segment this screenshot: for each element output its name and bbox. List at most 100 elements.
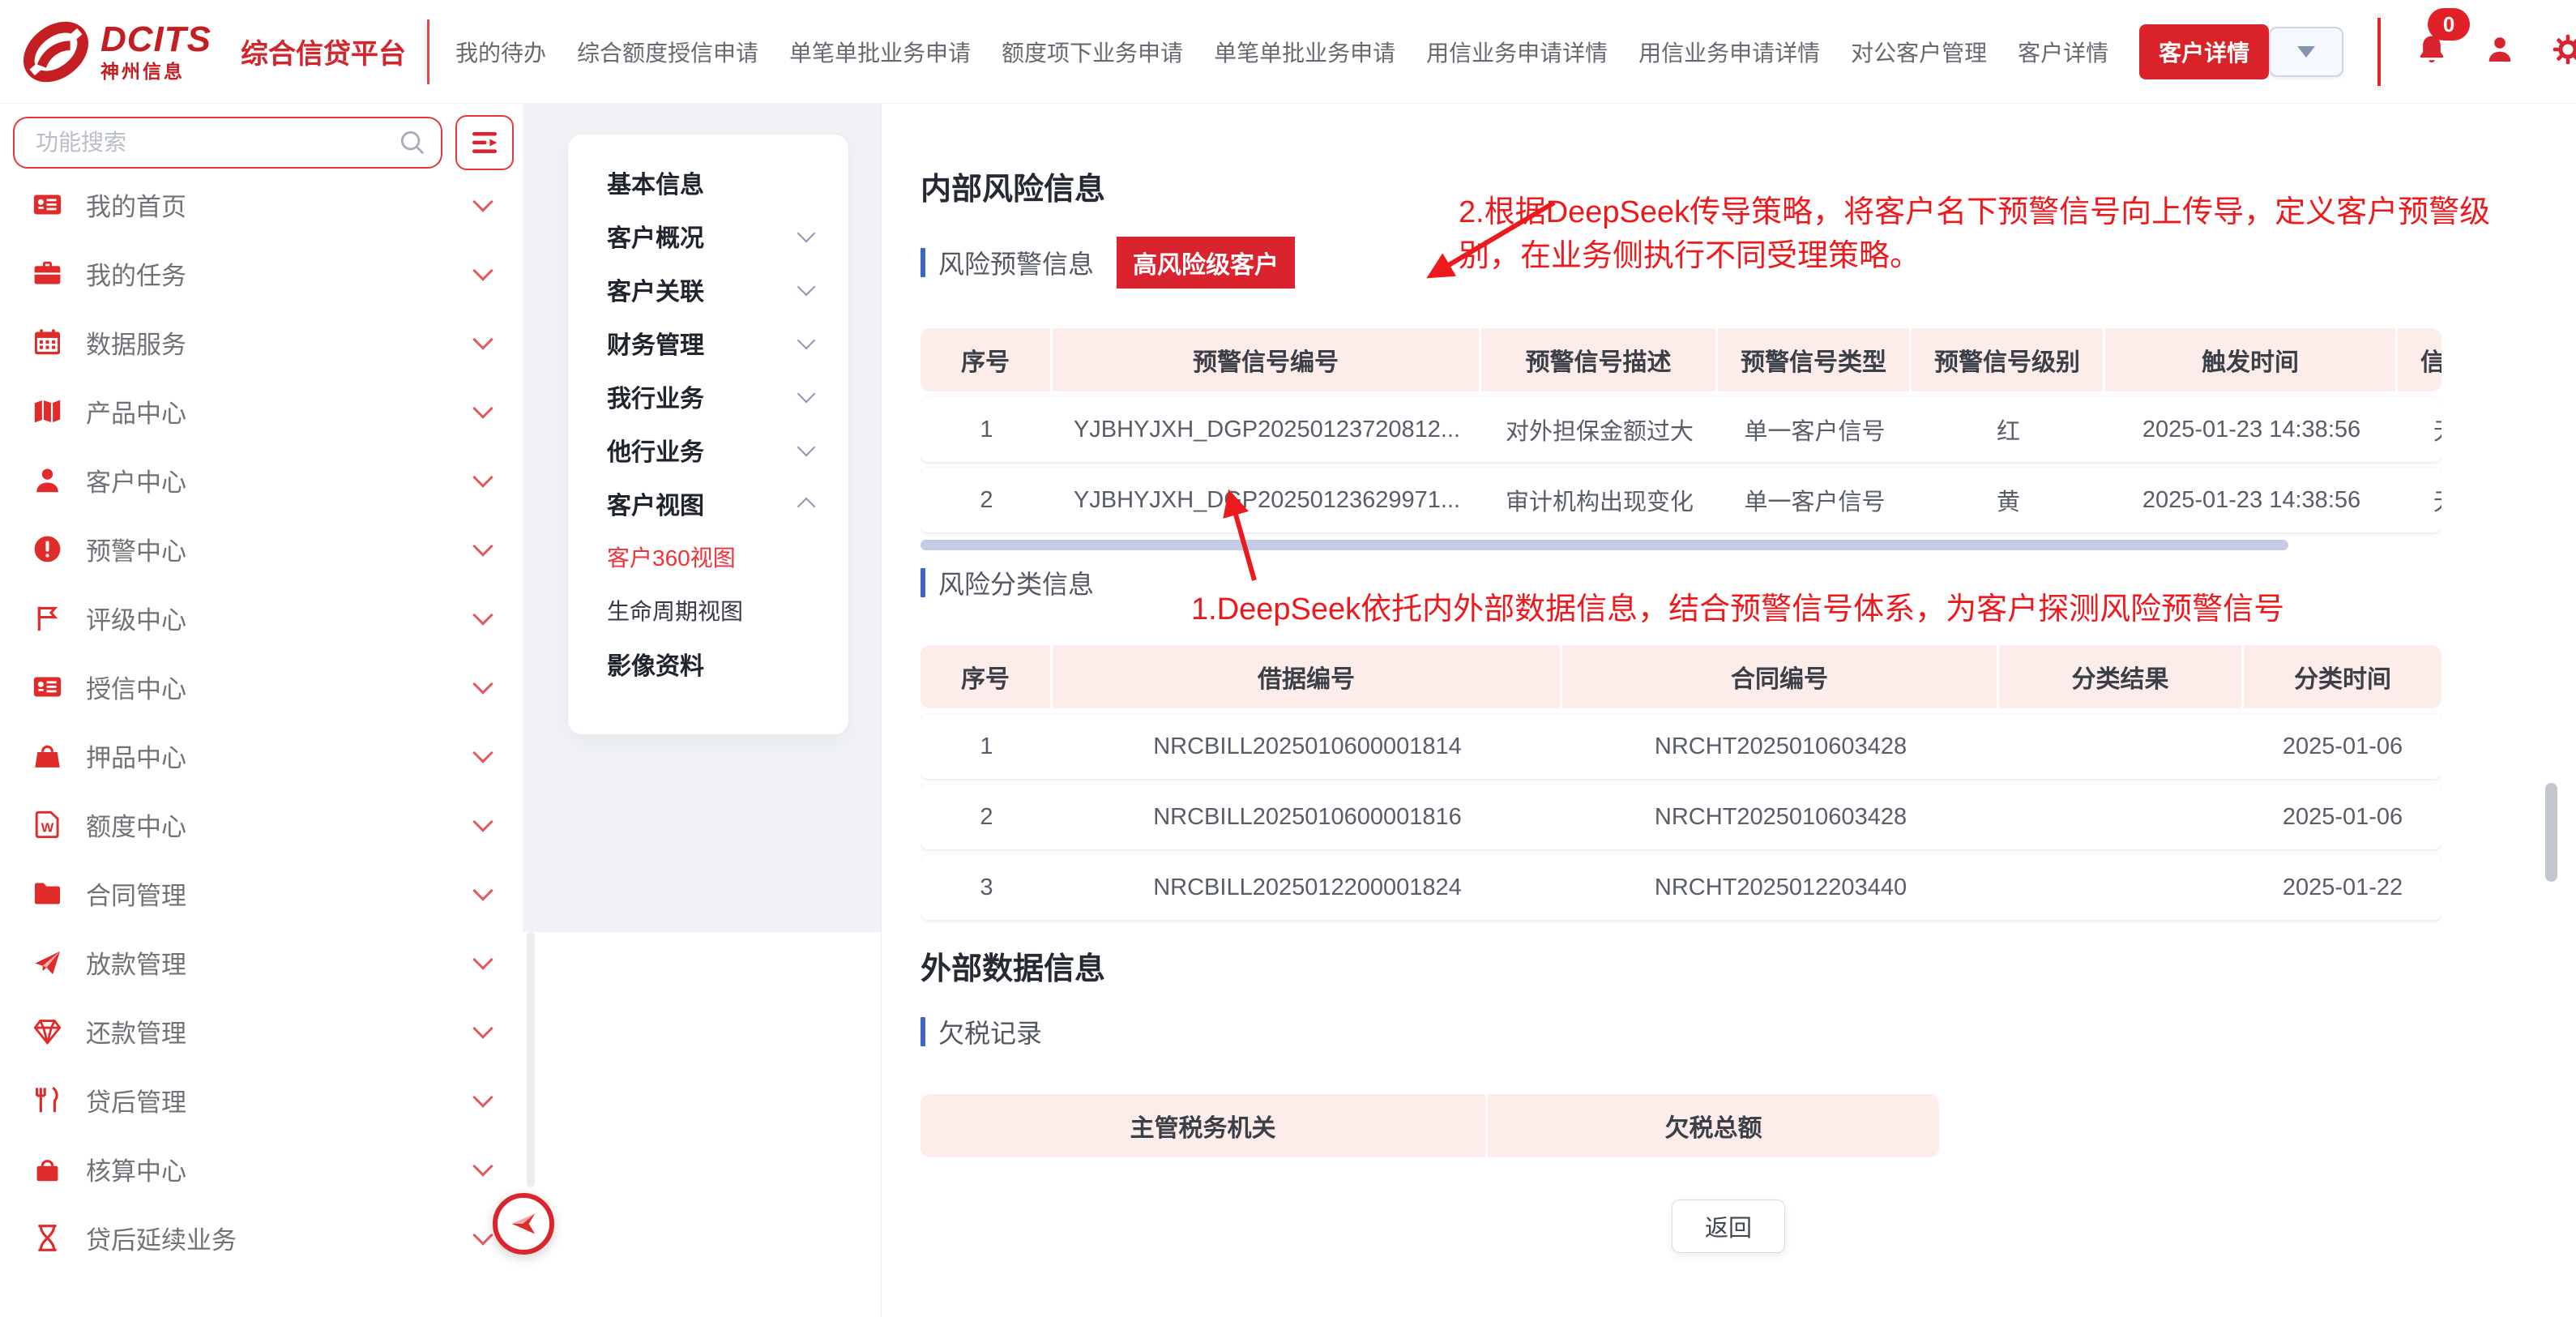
top-nav-item[interactable]: 对公客户管理 — [1851, 36, 1987, 68]
sidebar-item[interactable]: 预警中心 — [0, 515, 523, 584]
chevron-down-icon — [472, 1087, 493, 1107]
user-menu-button[interactable] — [2483, 32, 2517, 71]
column-header: 合同编号 — [1562, 645, 1999, 708]
table-cell: 无 — [2398, 397, 2441, 462]
customer-menu-item[interactable]: 财务管理 — [568, 316, 848, 370]
table-cell: 2025-01-23 14:38:56 — [2105, 397, 2398, 462]
utensils-icon — [31, 1084, 63, 1117]
chevron-up-icon — [797, 498, 816, 516]
column-header: 预警信号编号 — [1053, 328, 1481, 391]
table-row[interactable]: 2NRCBILL2025010600001816NRCHT20250106034… — [921, 785, 2441, 849]
customer-menu-item[interactable]: 客户视图 — [568, 477, 848, 530]
table-row[interactable]: 1NRCBILL2025010600001814NRCHT20250106034… — [921, 714, 2441, 779]
table-row[interactable]: 1YJBHYJXH_DGP20250123720812...对外担保金额过大单一… — [921, 397, 2441, 462]
customer-menu-item[interactable]: 客户概况 — [568, 209, 848, 263]
sidebar-item[interactable]: W 额度中心 — [0, 790, 523, 859]
sidebar-item[interactable]: 贷后延续业务 — [0, 1204, 523, 1272]
section-marker — [921, 248, 925, 277]
chevron-down-icon — [472, 260, 493, 280]
sidebar-item-label: 还款管理 — [86, 1013, 186, 1050]
user-icon — [2483, 32, 2517, 66]
column-header: 借据编号 — [1053, 645, 1562, 708]
sidebar-item[interactable]: 客户中心 — [0, 446, 523, 515]
column-header: 信 — [2398, 328, 2441, 391]
chevron-down-icon — [797, 385, 816, 404]
table-horizontal-scrollbar-track — [921, 540, 2391, 550]
column-header: 预警信号级别 — [1912, 328, 2105, 391]
customer-menu-item[interactable]: 他行业务 — [568, 423, 848, 477]
top-nav-item[interactable]: 客户详情 — [2139, 24, 2269, 79]
sidebar-item[interactable]: 我的首页 — [0, 170, 523, 239]
sidebar-item[interactable]: 押品中心 — [0, 721, 523, 790]
column-header: 预警信号描述 — [1481, 328, 1718, 391]
panel-scrollbar[interactable] — [527, 932, 535, 1187]
customer-menu-item-label: 生命周期视图 — [607, 594, 743, 626]
section-marker — [921, 568, 925, 597]
sidebar-item[interactable]: 我的任务 — [0, 239, 523, 308]
table-cell: 3 — [921, 855, 1053, 920]
table-cell: 审计机构出现变化 — [1481, 468, 1718, 532]
top-nav-item[interactable]: 用信业务申请详情 — [1638, 36, 1820, 68]
search-input[interactable] — [13, 117, 442, 169]
table-cell — [1999, 785, 2244, 849]
menu-collapse-button[interactable] — [455, 115, 514, 170]
sidebar-item[interactable]: 还款管理 — [0, 997, 523, 1066]
customer-menu-item-label: 他行业务 — [607, 432, 704, 468]
calendar-icon — [31, 327, 63, 359]
table-cell: 2025-01-22 — [2244, 855, 2441, 920]
column-header: 触发时间 — [2105, 328, 2398, 391]
sidebar-collapse-button[interactable] — [493, 1193, 554, 1255]
chevron-down-icon — [472, 536, 493, 556]
sidebar-item[interactable]: 合同管理 — [0, 859, 523, 928]
logo-company: 神州信息 — [100, 62, 211, 81]
top-nav-item[interactable]: 用信业务申请详情 — [1426, 36, 1608, 68]
customer-menu-item[interactable]: 客户360视图 — [568, 530, 848, 584]
table-cell: NRCBILL2025012200001824 — [1053, 855, 1562, 920]
table-cell: 单一客户信号 — [1718, 397, 1912, 462]
svg-text:W: W — [41, 820, 53, 836]
back-button[interactable]: 返回 — [1672, 1199, 1785, 1253]
horizontal-scrollbar-thumb[interactable] — [921, 540, 2288, 550]
page-vertical-scrollbar[interactable] — [2545, 783, 2557, 882]
risk-class-section-header: 风险分类信息 — [921, 564, 1094, 601]
sidebar-item[interactable]: 贷后管理 — [0, 1066, 523, 1135]
sidebar-item[interactable]: 产品中心 — [0, 377, 523, 446]
chevron-down-icon — [472, 880, 493, 900]
tax-section-header: 欠税记录 — [921, 1013, 1042, 1050]
customer-menu-item[interactable]: 生命周期视图 — [568, 584, 848, 637]
top-nav-item[interactable]: 单笔单批业务申请 — [1214, 36, 1395, 68]
table-cell: NRCBILL2025010600001814 — [1053, 714, 1562, 779]
sidebar-item[interactable]: 数据服务 — [0, 308, 523, 377]
sidebar-item[interactable]: 核算中心 — [0, 1135, 523, 1204]
settings-button[interactable] — [2551, 32, 2576, 71]
notifications-button[interactable]: 0 — [2415, 32, 2449, 71]
sidebar-item[interactable]: 评级中心 — [0, 584, 523, 652]
sidebar-item[interactable]: 授信中心 — [0, 652, 523, 721]
top-nav-item[interactable]: 综合额度授信申请 — [577, 36, 758, 68]
logo-text: DCITS 神州信息 — [100, 22, 211, 81]
sidebar-item-label: 额度中心 — [86, 806, 186, 843]
top-nav-item[interactable]: 额度项下业务申请 — [1002, 36, 1183, 68]
table-cell: YJBHYJXH_DGP20250123629971... — [1053, 468, 1481, 532]
nav-overflow-dropdown[interactable] — [2269, 27, 2343, 77]
table-row[interactable]: 2YJBHYJXH_DGP20250123629971...审计机构出现变化单一… — [921, 468, 2441, 532]
customer-menu-item[interactable]: 影像资料 — [568, 637, 848, 691]
search-icon[interactable] — [397, 127, 428, 162]
top-divider — [427, 19, 429, 84]
customer-menu-item[interactable]: 我行业务 — [568, 370, 848, 423]
left-sidebar: 我的首页 我的任务 数据服务 产品中心 — [0, 104, 523, 1317]
column-header: 序号 — [921, 328, 1053, 391]
top-nav-item[interactable]: 客户详情 — [2018, 36, 2108, 68]
sidebar-item-label: 评级中心 — [86, 600, 186, 636]
customer-menu-item[interactable]: 基本信息 — [568, 156, 848, 209]
customer-view-menu: 基本信息 客户概况 客户关联 财务管理 — [567, 134, 849, 735]
table-row[interactable]: 3NRCBILL2025012200001824NRCHT20250122034… — [921, 855, 2441, 920]
gear-icon — [2551, 32, 2576, 66]
internal-risk-title: 内部风险信息 — [921, 164, 1105, 208]
handbag-icon — [31, 1153, 63, 1186]
table-header-row: 主管税务机关欠税总额 — [921, 1094, 1939, 1157]
top-nav-item[interactable]: 单笔单批业务申请 — [789, 36, 971, 68]
sidebar-item[interactable]: 放款管理 — [0, 928, 523, 997]
customer-menu-item[interactable]: 客户关联 — [568, 263, 848, 316]
top-nav-item[interactable]: 我的待办 — [455, 36, 546, 68]
